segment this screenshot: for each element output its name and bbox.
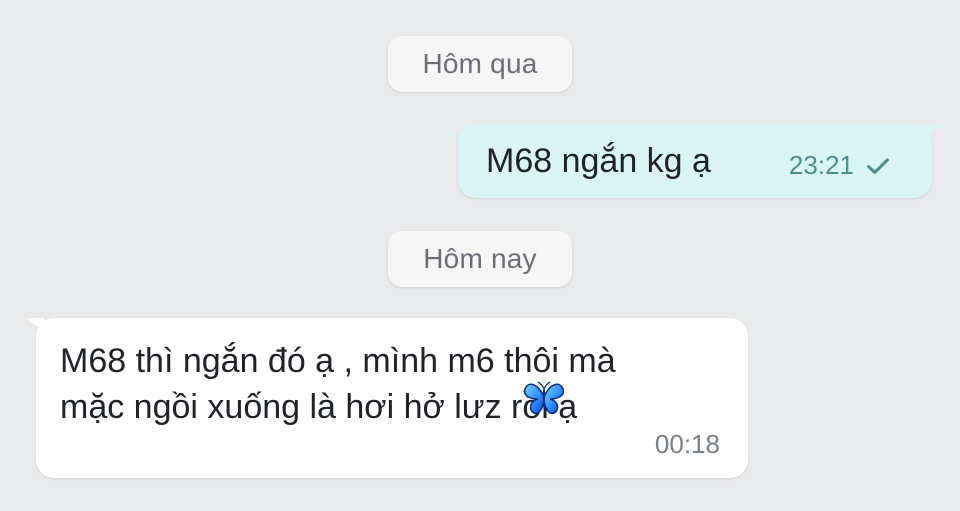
sent-message-text: M68 ngắn kg ạ xyxy=(486,142,711,180)
received-message-line-2: mặc ngồi xuống là hơi hở lưz rồi ạ xyxy=(60,388,578,426)
date-separator-today: Hôm nay xyxy=(388,231,572,287)
received-message-time: 00:18 xyxy=(654,429,720,459)
date-separator-label: Hôm nay xyxy=(423,243,537,274)
received-message-line-1: M68 thì ngắn đó ạ , mình m6 thôi mà xyxy=(60,342,616,380)
butterfly-icon xyxy=(523,381,565,415)
date-separator-label: Hôm qua xyxy=(422,48,538,79)
sent-message-time: 23:21 xyxy=(788,150,854,180)
date-separator-yesterday: Hôm qua xyxy=(388,36,572,92)
sent-message-bubble[interactable]: M68 ngắn kg ạ 23:21 xyxy=(458,124,942,198)
sent-message-meta: 23:21 xyxy=(789,150,892,181)
chat-window: Hôm qua M68 ngắn kg ạ 23:21 Hôm nay M68 … xyxy=(0,0,960,511)
check-icon xyxy=(867,157,889,174)
received-message-text: M68 thì ngắn đó ạ , mình m6 thôi mà mặc … xyxy=(60,338,720,430)
received-message-bubble[interactable]: M68 thì ngắn đó ạ , mình m6 thôi mà mặc … xyxy=(26,318,748,478)
